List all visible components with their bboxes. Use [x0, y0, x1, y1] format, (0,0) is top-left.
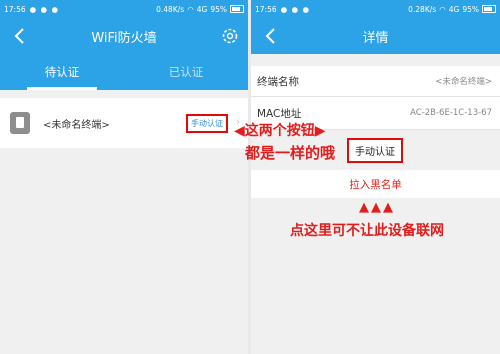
- chevron-left-icon[interactable]: [261, 26, 281, 46]
- status-time: 17:56: [255, 4, 277, 14]
- notification-icons: ● ● ●: [280, 4, 311, 14]
- gear-icon[interactable]: [220, 26, 240, 46]
- network-speed: 0.28K/s: [408, 4, 437, 14]
- title-bar: WiFi防火墙: [0, 18, 248, 54]
- blacklist-button[interactable]: 拉入黑名单: [251, 170, 500, 198]
- annotation-same-buttons-line2: 都是一样的哦: [245, 144, 336, 162]
- network-type: 4G: [448, 4, 460, 14]
- device-list-item[interactable]: <未命名终端> 手动认证 ›: [0, 98, 248, 148]
- detail-label: MAC地址: [257, 107, 302, 120]
- page-title: WiFi防火墙: [91, 30, 157, 46]
- left-screen: 17:56 ● ● ● 0.48K/s ◠ 4G 95% WiFi防火墙 待认证…: [0, 0, 248, 354]
- battery-icon: [482, 5, 496, 13]
- detail-label: 终端名称: [257, 75, 299, 88]
- title-bar: 详情: [251, 18, 500, 54]
- wifi-icon: ◠: [187, 4, 194, 14]
- battery-level: 95%: [462, 4, 479, 14]
- page-title: 详情: [362, 30, 389, 46]
- status-bar: 17:56 ● ● ● 0.48K/s ◠ 4G 95%: [0, 0, 248, 18]
- manual-auth-button[interactable]: 手动认证: [347, 138, 403, 163]
- network-speed: 0.48K/s: [156, 4, 185, 14]
- annotation-same-buttons-line1: ◀这两个按钮▶: [234, 123, 326, 139]
- tab-bar: 待认证 已认证: [0, 54, 248, 90]
- battery-level: 95%: [210, 4, 227, 14]
- annotation-arrows: ▲▲▲: [359, 200, 395, 215]
- right-screen: 17:56 ● ● ● 0.28K/s ◠ 4G 95% 详情 终端名称 <未命…: [251, 0, 500, 354]
- tab-authenticated[interactable]: 已认证: [124, 54, 248, 90]
- wifi-icon: ◠: [439, 4, 446, 14]
- manual-auth-button[interactable]: 手动认证: [186, 114, 228, 133]
- detail-row-terminal-name: 终端名称 <未命名终端>: [251, 66, 500, 97]
- battery-icon: [230, 5, 244, 13]
- notification-icons: ● ● ●: [29, 4, 60, 14]
- device-name: <未命名终端>: [43, 119, 110, 131]
- status-bar: 17:56 ● ● ● 0.28K/s ◠ 4G 95%: [251, 0, 500, 18]
- chevron-left-icon[interactable]: [10, 26, 30, 46]
- phone-icon: [10, 112, 30, 134]
- annotation-block-hint: 点这里可不让此设备联网: [290, 223, 444, 239]
- status-time: 17:56: [4, 4, 26, 14]
- network-type: 4G: [196, 4, 208, 14]
- detail-value: AC-2B-6E-1C-13-67: [410, 108, 492, 118]
- tab-pending[interactable]: 待认证: [0, 54, 124, 90]
- detail-value: <未命名终端>: [435, 77, 492, 87]
